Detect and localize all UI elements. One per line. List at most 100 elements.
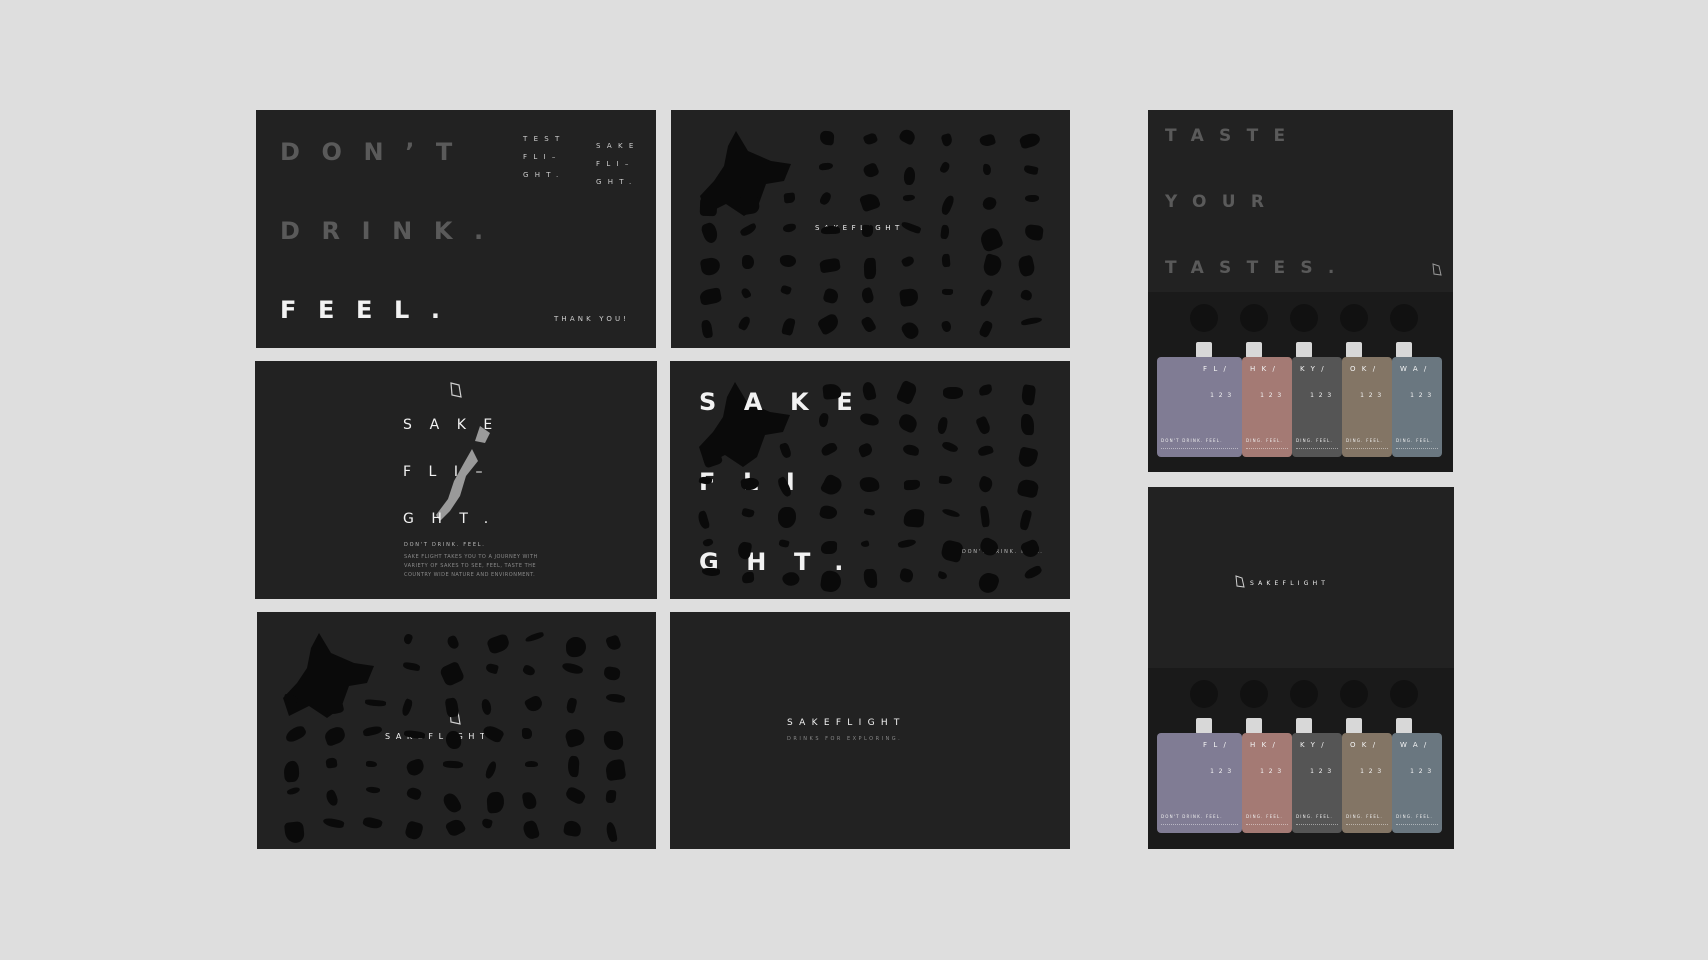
prefecture-silhouette — [783, 192, 796, 204]
prefecture-silhouette — [605, 821, 618, 843]
prefecture-silhouette — [404, 757, 426, 778]
prefecture-silhouette — [939, 224, 950, 240]
prefecture-silhouette — [1017, 446, 1039, 470]
prefecture-silhouette — [400, 698, 415, 718]
prefecture-silhouette — [902, 194, 915, 202]
prefecture-silhouette — [861, 224, 874, 238]
pouch-footer-text: DON'T DRINK. FEEL. — [1161, 438, 1223, 443]
prefecture-silhouette — [818, 257, 841, 274]
prefecture-silhouette — [779, 254, 796, 268]
prefecture-silhouette — [900, 255, 916, 269]
prefecture-silhouette — [1018, 509, 1033, 532]
prefecture-silhouette — [402, 662, 421, 672]
sake-line: SAKE — [699, 388, 881, 416]
prefecture-silhouette — [859, 314, 877, 334]
prefecture-silhouette — [819, 440, 839, 457]
prefecture-silhouette — [325, 757, 338, 769]
prefecture-silhouette — [522, 727, 533, 739]
prefecture-silhouette — [977, 319, 994, 339]
pouch-row: FL/123 DON'T DRINK. FEEL. HK/123 DING. FEEL… — [1157, 357, 1446, 457]
tagline: DON'T DRINK. FEEL. — [404, 542, 486, 548]
pouch-cap — [1296, 342, 1312, 358]
prefecture-silhouette — [1024, 195, 1039, 203]
prefecture-silhouette — [981, 253, 1004, 278]
prefecture-silhouette — [405, 785, 423, 801]
prefecture-silhouette — [524, 630, 544, 643]
prefecture-silhouette — [977, 443, 995, 457]
prefecture-silhouette — [605, 789, 617, 804]
prefecture-silhouette — [938, 475, 953, 484]
pouch-footer-text: DING. FEEL. — [1346, 814, 1383, 819]
pouch-footer-text: DING. FEEL. — [1246, 814, 1283, 819]
pouch-divider — [1246, 824, 1288, 827]
prefecture-silhouette — [902, 443, 920, 457]
pouch-label: FL/ — [1203, 365, 1233, 373]
pouch-cap — [1396, 718, 1412, 734]
prefecture-silhouette — [1017, 254, 1037, 278]
prefecture-silhouette — [940, 319, 953, 333]
test-flight-line: GHT. — [523, 171, 565, 179]
prefecture-silhouette — [402, 632, 413, 645]
pouch-logo-icon — [1235, 575, 1245, 588]
prefecture-silhouette — [860, 540, 870, 548]
tasting-glass — [1290, 304, 1318, 332]
sake-flight-line: FLI– — [596, 160, 635, 168]
prefecture-silhouette — [566, 755, 580, 778]
pouch-numbers: 123 — [1310, 768, 1336, 775]
prefecture-silhouette — [564, 785, 588, 806]
prefecture-silhouette — [778, 506, 797, 529]
slide-dont-drink-feel: DON’T DRINK. FEEL. TEST FLI– GHT. SAKE F… — [256, 110, 656, 348]
pouch-numbers: 123 — [1310, 392, 1336, 399]
sake-pouch: WA/123 DING. FEEL. — [1392, 733, 1442, 833]
prefecture-silhouette — [562, 820, 582, 838]
pouch-divider — [1161, 824, 1238, 827]
prefecture-silhouette — [324, 788, 340, 808]
sake-pouch: OK/123 DING. FEEL. — [1342, 733, 1392, 833]
poster-line-3: TASTES. — [1165, 258, 1350, 278]
prefecture-silhouette — [976, 570, 1001, 596]
pouch-numbers: 123 — [1260, 392, 1286, 399]
prefecture-silhouette — [522, 819, 541, 841]
prefecture-silhouette — [602, 665, 621, 682]
prefecture-silhouette — [440, 790, 463, 815]
prefecture-silhouette — [1020, 289, 1034, 302]
pouch-numbers: 123 — [1410, 768, 1436, 775]
prefecture-silhouette — [936, 416, 949, 435]
poster-line-1: TASTE — [1165, 126, 1301, 146]
prefecture-silhouette — [822, 383, 843, 401]
prefecture-silhouette — [939, 194, 956, 216]
prefecture-silhouette — [778, 538, 790, 549]
headline-line-3: FEEL. — [280, 296, 462, 324]
pouch-cap — [1246, 718, 1262, 734]
pouch-divider — [1346, 448, 1388, 451]
pouch-numbers: 123 — [1210, 768, 1236, 775]
prefecture-silhouette — [605, 692, 626, 704]
pouch-cap — [1296, 718, 1312, 734]
tasting-glass — [1340, 680, 1368, 708]
prefecture-silhouette — [863, 507, 876, 516]
pouch-cap — [1346, 342, 1362, 358]
prefecture-silhouette — [1020, 316, 1043, 326]
prefecture-silhouette — [1018, 130, 1042, 150]
slide-prefecture-grid: SAKEFLIGHT — [671, 110, 1070, 348]
prefecture-silhouette — [978, 132, 997, 148]
ght-line: GHT. — [403, 511, 506, 527]
prefecture-silhouette — [702, 536, 715, 548]
prefecture-silhouette — [978, 225, 1005, 253]
pouch-cap — [1196, 342, 1212, 358]
sake-flight-line: SAKE — [596, 142, 640, 150]
tasting-glass — [1190, 680, 1218, 708]
ght-line: GHT. — [699, 548, 872, 576]
pouch-numbers: 123 — [1410, 392, 1436, 399]
prefecture-silhouette — [564, 726, 587, 748]
prefecture-silhouette — [858, 191, 881, 213]
prefecture-silhouette — [981, 194, 998, 212]
prefecture-silhouette — [700, 196, 718, 217]
prefecture-silhouette — [444, 729, 462, 750]
prefecture-silhouette — [857, 441, 874, 458]
sake-pouch: KY/123 DING. FEEL. — [1292, 357, 1342, 457]
prefecture-silhouette — [565, 636, 587, 658]
prefecture-silhouette — [742, 254, 755, 269]
prefecture-silhouette — [521, 663, 537, 677]
brand-text: SAKEFLIGHT — [385, 732, 491, 741]
